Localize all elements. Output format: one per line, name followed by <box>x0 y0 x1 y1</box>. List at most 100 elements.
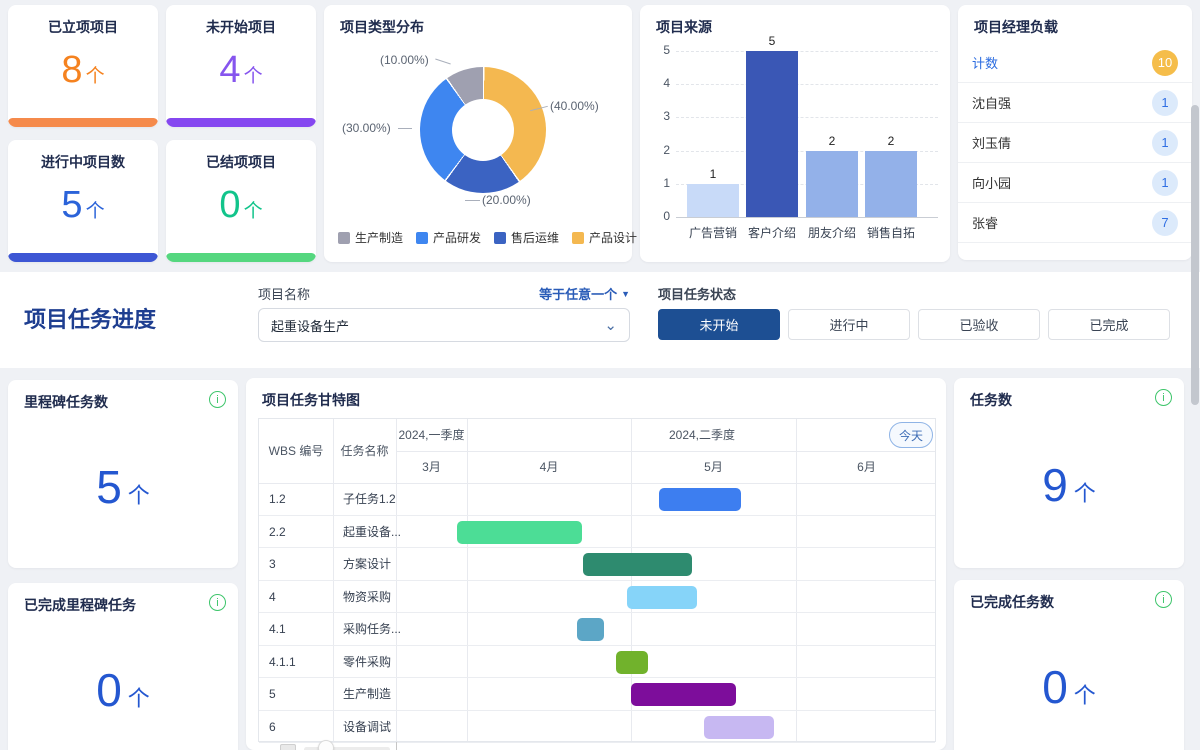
legend-item[interactable]: 产品设计 <box>572 229 637 246</box>
bar-sales-outreach[interactable]: 2 销售自拓 <box>865 134 917 240</box>
project-name-select[interactable]: 起重设备生产 ⌄ <box>258 308 630 342</box>
gantt-bar[interactable] <box>704 715 774 739</box>
y-tick: 3 <box>663 109 670 123</box>
gantt-table: WBS 编号 任务名称 2024,一季度 2024,二季度 3月 4月 5月 6… <box>258 418 937 743</box>
task-name-cell: 生产制造 <box>343 687 392 701</box>
wbs-cell: 5 <box>269 687 276 701</box>
completed-milestone-task-card: 已完成里程碑任务 i 0个 <box>8 583 238 750</box>
row-timeline <box>396 613 937 645</box>
task-progress-filter-band: 项目任务进度 项目名称 等于任意一个 ▼ 起重设备生产 ⌄ 项目任务状态 未开始 … <box>0 272 1200 368</box>
info-icon[interactable]: i <box>209 391 226 408</box>
month-header: 6月 <box>857 460 876 474</box>
count-badge: 7 <box>1152 209 1178 236</box>
info-icon[interactable]: i <box>1155 591 1172 608</box>
bar-customer-referral[interactable]: 5 客户介绍 <box>746 34 798 240</box>
donut-chart[interactable] <box>420 67 546 193</box>
row-timeline <box>396 678 937 710</box>
today-button[interactable]: 今天 <box>889 422 933 448</box>
kpi-card-in-progress-projects: 进行中项目数 5个 <box>8 140 158 262</box>
status-button-in-progress[interactable]: 进行中 <box>788 309 910 340</box>
status-button-completed[interactable]: 已完成 <box>1048 309 1170 340</box>
kpi-accent-bar <box>166 253 316 262</box>
wbs-cell: 4 <box>269 589 276 604</box>
kpi-title: 已立项项目 <box>48 19 118 35</box>
vertical-scrollbar-thumb[interactable] <box>1191 105 1199 405</box>
manager-row[interactable]: 沈自强 1 <box>958 83 1192 123</box>
gantt-row: 4.1 采购任务... <box>259 613 935 646</box>
legend-item[interactable]: 售后运维 <box>494 229 559 246</box>
kpi-unit: 个 <box>243 66 263 87</box>
manager-name: 刘玉倩 <box>972 136 1012 151</box>
donut-label-connector <box>465 200 480 201</box>
gantt-bar[interactable] <box>583 553 692 576</box>
task-status-label: 项目任务状态 <box>658 287 737 302</box>
quarter-header-q2: 2024,二季度 <box>668 428 736 442</box>
info-icon[interactable]: i <box>1155 389 1172 406</box>
row-timeline <box>396 646 937 678</box>
donut-pct-label: (10.00%) <box>380 53 429 67</box>
manager-name: 沈自强 <box>972 96 1012 111</box>
legend-item[interactable]: 生产制造 <box>338 229 403 246</box>
chevron-down-icon: ⌄ <box>604 316 617 334</box>
task-count-card: 任务数 i 9个 <box>954 378 1184 568</box>
stat-unit: 个 <box>127 483 150 508</box>
bar-value: 2 <box>887 134 895 148</box>
bar-category: 客户介绍 <box>747 226 796 240</box>
gantt-bar[interactable] <box>659 488 741 511</box>
gridline <box>676 117 938 118</box>
y-tick: 0 <box>663 209 670 223</box>
manager-row-count[interactable]: 计数 10 <box>958 43 1192 83</box>
manager-row[interactable]: 张睿 7 <box>958 203 1192 243</box>
completed-task-count-card: 已完成任务数 i 0个 <box>954 580 1184 750</box>
donut-legend: 生产制造 产品研发 售后运维 产品设计 <box>338 229 637 246</box>
gantt-row: 3 方案设计 <box>259 548 935 581</box>
stat-unit: 个 <box>127 686 150 711</box>
gantt-bar[interactable] <box>631 683 736 706</box>
row-timeline <box>396 483 937 515</box>
donut-pct-label: (30.00%) <box>342 121 391 135</box>
legend-item[interactable]: 产品研发 <box>416 229 481 246</box>
stat-value: 9个 <box>1042 459 1096 511</box>
task-name-cell: 物资采购 <box>343 589 392 604</box>
count-badge: 1 <box>1152 129 1178 156</box>
gantt-bar[interactable] <box>616 650 648 674</box>
legend-swatch-icon <box>338 231 350 244</box>
month-header: 4月 <box>539 460 559 474</box>
operator-link[interactable]: 等于任意一个 ▼ <box>539 284 630 303</box>
kpi-accent-bar <box>8 253 158 262</box>
manager-row[interactable]: 向小园 1 <box>958 163 1192 203</box>
column-header-task: 任务名称 <box>340 444 389 458</box>
row-timeline <box>396 516 937 548</box>
wbs-cell: 1.2 <box>269 492 286 506</box>
bar-friend-referral[interactable]: 2 朋友介绍 <box>806 134 858 240</box>
manager-row[interactable]: 刘玉倩 1 <box>958 123 1192 163</box>
bar-value: 2 <box>828 134 836 148</box>
task-name-cell: 方案设计 <box>343 557 392 571</box>
status-button-accepted[interactable]: 已验收 <box>918 309 1040 340</box>
status-button-not-started[interactable]: 未开始 <box>658 309 780 340</box>
project-name-value: 起重设备生产 <box>271 318 350 334</box>
slider-divider <box>396 742 397 750</box>
x-axis-line <box>676 217 938 218</box>
donut-label-connector <box>435 58 451 65</box>
gantt-bar[interactable] <box>627 585 697 609</box>
kpi-title: 进行中项目数 <box>41 154 125 170</box>
zoom-slider-handle[interactable] <box>318 740 334 750</box>
bar-value: 5 <box>768 34 776 48</box>
zoom-control-box[interactable] <box>280 744 296 750</box>
gantt-bar[interactable] <box>457 520 582 544</box>
info-icon[interactable]: i <box>209 594 226 611</box>
kpi-title: 已结项项目 <box>206 154 276 170</box>
gantt-row: 4.1.1 零件采购 <box>259 646 937 678</box>
task-name-cell: 子任务1.2 <box>343 492 396 506</box>
bar-ad-marketing[interactable]: 1 广告营销 <box>687 167 739 240</box>
gantt-bar[interactable] <box>577 618 604 641</box>
card-title: 项目类型分布 <box>340 19 424 35</box>
project-manager-load-card: 项目经理负载 计数 10 沈自强 1 刘玉倩 1 向小园 1 张睿 7 <box>958 5 1192 260</box>
milestone-task-count-card: 里程碑任务数 i 5个 <box>8 380 238 568</box>
card-title: 项目任务甘特图 <box>262 392 360 408</box>
project-source-card: 项目来源 5 4 3 2 1 0 1 广告营销 5 客户介绍 2 朋友介绍 2 … <box>640 5 950 262</box>
project-name-label: 项目名称 <box>258 287 311 302</box>
row-timeline <box>396 711 937 743</box>
stat-value: 5个 <box>96 461 150 513</box>
